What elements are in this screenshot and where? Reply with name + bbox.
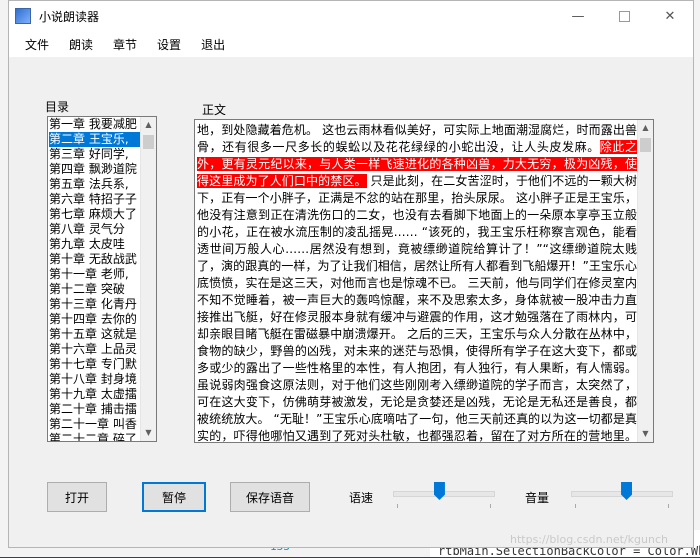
pause-button[interactable]: 暂停 bbox=[142, 482, 206, 512]
close-button[interactable]: ✕ bbox=[647, 1, 693, 31]
chapter-list-item[interactable]: 第十九章 太虚擂 bbox=[49, 387, 141, 402]
app-icon bbox=[15, 8, 31, 24]
chapter-list-item[interactable]: 第二章 王宝乐, bbox=[49, 132, 141, 147]
save-voice-button[interactable]: 保存语音 bbox=[230, 482, 310, 512]
chapter-list-item[interactable]: 第十一章 老师, bbox=[49, 267, 141, 282]
chapter-list-item[interactable]: 第三章 好同学, bbox=[49, 147, 141, 162]
chapter-list-item[interactable]: 第十六章 上品灵 bbox=[49, 342, 141, 357]
menu-read[interactable]: 朗读 bbox=[59, 36, 103, 53]
chapter-list-item[interactable]: 第八章 灵气分 bbox=[49, 222, 141, 237]
volume-slider-ticks bbox=[575, 504, 669, 508]
scroll-up-icon[interactable]: ▲ bbox=[141, 117, 156, 133]
catalog-label: 目录 bbox=[45, 100, 70, 114]
novel-text-box[interactable]: 地，到处隐藏着危机。 这也云雨林看似美好，可实际上地面潮湿腐烂，时而露出兽骨，还… bbox=[194, 119, 654, 443]
chapter-list-item[interactable]: 第十二章 突破 bbox=[49, 282, 141, 297]
speed-slider-thumb[interactable] bbox=[433, 482, 445, 500]
maximize-button[interactable] bbox=[601, 1, 647, 31]
minimize-button[interactable]: — bbox=[555, 1, 601, 31]
chapter-list-scrollbar[interactable]: ▲ ▼ bbox=[140, 117, 156, 441]
chapter-list-item[interactable]: 第一章 我要减肥 bbox=[49, 117, 141, 132]
menu-file[interactable]: 文件 bbox=[15, 36, 59, 53]
scroll-up-icon[interactable]: ▲ bbox=[638, 120, 653, 136]
open-button[interactable]: 打开 bbox=[47, 482, 107, 512]
menu-exit[interactable]: 退出 bbox=[191, 36, 235, 53]
chapter-list-item[interactable]: 第二十章 捕击擂 bbox=[49, 402, 141, 417]
chapter-list-item[interactable]: 第十五章 这就是 bbox=[49, 327, 141, 342]
text-scrollbar[interactable]: ▲ ▼ bbox=[637, 120, 653, 442]
scroll-down-icon[interactable]: ▼ bbox=[141, 425, 156, 441]
chapter-list-item[interactable]: 第五章 法兵系, bbox=[49, 177, 141, 192]
speed-slider[interactable] bbox=[389, 479, 499, 509]
chapter-list-item[interactable]: 第二十二章 碎了 bbox=[49, 432, 141, 441]
maximize-icon bbox=[618, 10, 630, 22]
body-label: 正文 bbox=[202, 103, 227, 117]
speed-label: 语速 bbox=[349, 491, 374, 505]
chapter-list-item[interactable]: 第七章 麻烦大了 bbox=[49, 207, 141, 222]
chapter-list-item[interactable]: 第十章 无敌战武 bbox=[49, 252, 141, 267]
chapter-list[interactable]: 第一章 我要减肥 第二章 王宝乐, 第三章 好同学, 第四章 飘渺道院 第五章 法兵系,… bbox=[47, 116, 157, 442]
volume-slider-thumb[interactable] bbox=[621, 482, 633, 500]
window-title: 小说朗读器 bbox=[39, 9, 100, 24]
chapter-list-item[interactable]: 第四章 飘渺道院 bbox=[49, 162, 141, 177]
app-window: 小说朗读器 — ✕ 文件 朗读 章节 设置 退出 目录 正文 第一章 我要减肥第… bbox=[8, 0, 694, 548]
scroll-thumb[interactable] bbox=[143, 135, 154, 149]
chapter-list-item[interactable]: 第二十一章 叫香 bbox=[49, 417, 141, 432]
watermark-text: https://blog.csdn.net/kgunch bbox=[510, 533, 668, 546]
chapter-list-item[interactable]: 第九章 太皮哇 bbox=[49, 237, 141, 252]
volume-slider[interactable] bbox=[567, 479, 677, 509]
text-paragraph: 只是此刻，在二女苦涩时，于他们不远的一颗大树下，正有一个小胖子，正满是不忿的站在… bbox=[197, 174, 637, 443]
menu-settings[interactable]: 设置 bbox=[147, 36, 191, 53]
scroll-thumb[interactable] bbox=[640, 138, 651, 152]
chapter-items: 第一章 我要减肥 第二章 王宝乐, 第三章 好同学, 第四章 飘渺道院 第五章 法兵系,… bbox=[49, 117, 141, 441]
menu-chapter[interactable]: 章节 bbox=[103, 36, 147, 53]
chapter-list-item[interactable]: 第十三章 化青丹 bbox=[49, 297, 141, 312]
chapter-list-item[interactable]: 第六章 特招子子 bbox=[49, 192, 141, 207]
text-paragraph: 地，到处隐藏着危机。 这也云雨林看似美好，可实际上地面潮湿腐烂，时而露出兽骨，还… bbox=[197, 123, 637, 154]
volume-label: 音量 bbox=[525, 491, 550, 505]
scroll-down-icon[interactable]: ▼ bbox=[638, 426, 653, 442]
speed-slider-ticks bbox=[397, 504, 491, 508]
chapter-list-item[interactable]: 第十八章 封身境 bbox=[49, 372, 141, 387]
chapter-list-item[interactable]: 第十四章 去你的 bbox=[49, 312, 141, 327]
title-bar[interactable]: 小说朗读器 — ✕ bbox=[9, 1, 693, 31]
novel-text-content: 地，到处隐藏着危机。 这也云雨林看似美好，可实际上地面潮湿腐烂，时而露出兽骨，还… bbox=[197, 122, 637, 443]
chapter-list-item[interactable]: 第十七章 专门默 bbox=[49, 357, 141, 372]
menu-bar: 文件 朗读 章节 设置 退出 bbox=[9, 31, 693, 57]
